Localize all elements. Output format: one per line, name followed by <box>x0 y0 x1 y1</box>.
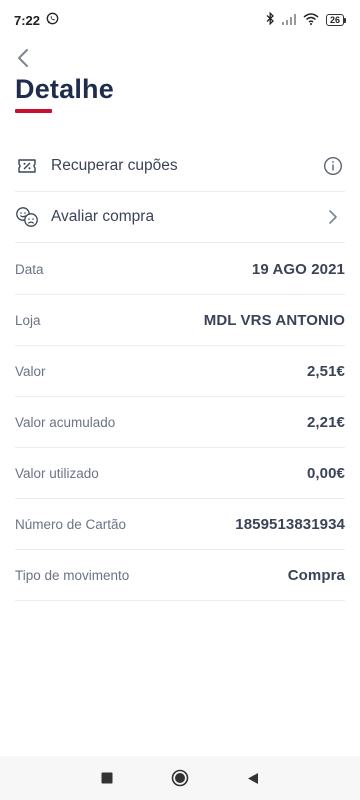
detail-row-used: Valor utilizado 0,00€ <box>15 448 345 498</box>
detail-label: Número de Cartão <box>15 516 127 532</box>
page-title: Detalhe <box>15 74 114 104</box>
whatsapp-icon <box>46 12 59 28</box>
divider <box>15 600 345 601</box>
detail-row-store: Loja MDL VRS ANTONIO <box>15 295 345 345</box>
battery-level: 26 <box>325 14 344 26</box>
divider <box>15 242 345 243</box>
smiley-faces-icon <box>15 205 39 229</box>
detail-label: Valor acumulado <box>15 414 116 430</box>
coupon-icon <box>15 154 39 178</box>
recover-coupons-row[interactable]: Recuperar cupões <box>15 141 345 191</box>
detail-label: Valor utilizado <box>15 465 99 481</box>
detail-value: 19 AGO 2021 <box>251 260 345 278</box>
detail-value: 1859513831934 <box>235 515 345 533</box>
detail-label: Valor <box>15 363 46 379</box>
rate-purchase-row[interactable]: Avaliar compra <box>15 192 345 242</box>
triangle-back-icon <box>248 772 259 784</box>
detail-value: 0,00€ <box>306 464 345 482</box>
bluetooth-icon <box>266 11 275 28</box>
status-time: 7:22 <box>14 12 41 28</box>
status-right: 26 <box>266 11 346 28</box>
back-button[interactable] <box>12 46 34 70</box>
rate-purchase-label: Avaliar compra <box>51 208 155 225</box>
wifi-icon <box>303 12 319 28</box>
detail-row-value: Valor 2,51€ <box>15 346 345 396</box>
recover-coupons-label: Recuperar cupões <box>51 157 178 174</box>
detail-row-movement-type: Tipo de movimento Compra <box>15 550 345 600</box>
detail-value: MDL VRS ANTONIO <box>203 311 345 329</box>
detail-row-date: Data 19 AGO 2021 <box>15 244 345 294</box>
detail-value: Compra <box>287 566 345 584</box>
detail-label: Loja <box>15 312 41 328</box>
home-button[interactable] <box>165 763 195 793</box>
title-underline <box>15 109 52 113</box>
circle-icon <box>171 769 189 787</box>
status-left: 7:22 <box>14 12 59 28</box>
detail-value: 2,51€ <box>306 362 345 380</box>
status-bar: 7:22 26 <box>0 0 360 40</box>
battery-icon: 26 <box>325 14 346 26</box>
detail-label: Data <box>15 261 44 277</box>
detail-value: 2,21€ <box>306 413 345 431</box>
detail-row-card-number: Número de Cartão 1859513831934 <box>15 499 345 549</box>
system-nav-bar <box>0 756 360 800</box>
recents-button[interactable] <box>92 763 122 793</box>
signal-icon <box>281 13 296 28</box>
chevron-left-icon <box>18 49 28 67</box>
info-icon[interactable] <box>321 154 345 178</box>
back-nav-button[interactable] <box>238 763 268 793</box>
square-icon <box>101 772 113 784</box>
chevron-right-icon <box>321 205 345 229</box>
detail-row-accumulated: Valor acumulado 2,21€ <box>15 397 345 447</box>
detail-label: Tipo de movimento <box>15 567 130 583</box>
